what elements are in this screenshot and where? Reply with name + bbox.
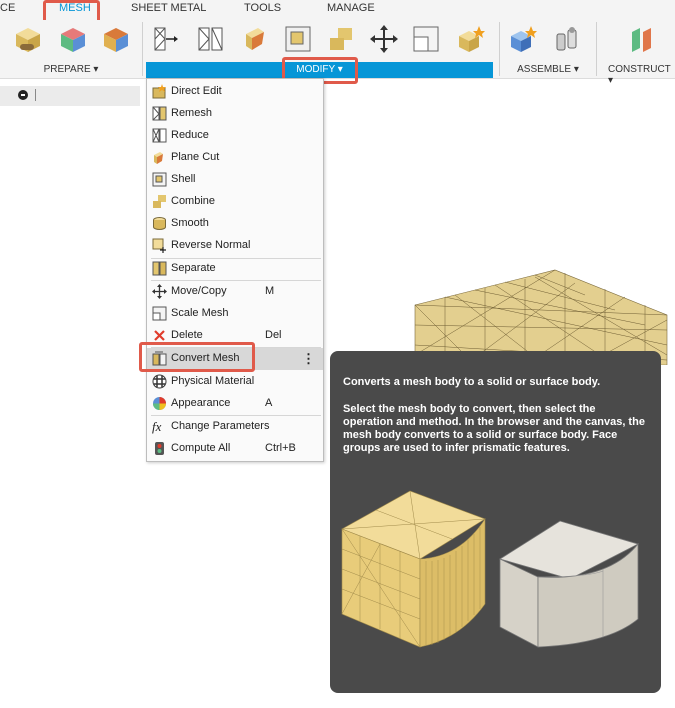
- more-options-icon[interactable]: ⋮: [302, 351, 315, 367]
- plane-cut-icon: [154, 152, 163, 164]
- combine-face-groups-icon[interactable]: [100, 24, 130, 54]
- ribbon-tab-row: CE MESH SHEET METAL TOOLS MANAGE: [0, 0, 675, 20]
- new-mesh-tool-icon[interactable]: [455, 24, 485, 54]
- browser-divider: [35, 89, 36, 101]
- menu-item-combine[interactable]: Combine: [147, 191, 323, 213]
- solid-body-illustration: [499, 520, 640, 648]
- shortcut-label: M: [265, 285, 275, 297]
- menu-item-direct-edit[interactable]: Direct Edit: [147, 81, 323, 103]
- prepare-group-label[interactable]: PREPARE ▾: [0, 62, 142, 78]
- shortcut-label: Del: [265, 329, 282, 341]
- menu-item-shell[interactable]: Shell: [147, 169, 323, 191]
- menu-item-reverse-normal[interactable]: Reverse Normal: [147, 235, 323, 257]
- prepare-mesh-tool-icon[interactable]: [12, 24, 42, 54]
- tab-manage[interactable]: MANAGE: [327, 2, 375, 14]
- menu-item-reduce[interactable]: Reduce: [147, 125, 323, 147]
- delete-icon: [154, 330, 165, 341]
- menu-item-appearance[interactable]: Appearance A: [147, 393, 323, 415]
- offset-plane-icon[interactable]: [627, 24, 657, 54]
- reduce-icon: [152, 128, 167, 143]
- convert-mesh-tooltip: Converts a mesh body to a solid or surfa…: [330, 351, 661, 693]
- assemble-group-label[interactable]: ASSEMBLE ▾: [500, 62, 596, 78]
- separate-icon: [152, 261, 167, 276]
- menu-item-remesh[interactable]: Remesh: [147, 103, 323, 125]
- move-tool-icon[interactable]: [369, 24, 399, 54]
- shortcut-label: A: [265, 397, 273, 409]
- move-icon: [152, 284, 167, 299]
- scale-icon: [152, 306, 167, 321]
- tab-sheet-metal[interactable]: SHEET METAL: [131, 2, 206, 14]
- combine-icon: [153, 195, 166, 208]
- generate-face-groups-icon[interactable]: [57, 24, 87, 54]
- svg-text:fx: fx: [152, 419, 162, 434]
- menu-item-change-parameters[interactable]: fx Change Parameters: [147, 416, 323, 438]
- plane-cut-tool-icon[interactable]: [240, 24, 270, 54]
- joint-icon[interactable]: [552, 24, 582, 54]
- appearance-icon: [153, 397, 166, 410]
- shell-tool-icon[interactable]: [283, 24, 313, 54]
- tooltip-description: Select the mesh body to convert, then se…: [343, 403, 645, 454]
- tab-tools[interactable]: TOOLS: [244, 2, 281, 14]
- menu-item-physical-material[interactable]: Physical Material: [147, 371, 323, 393]
- compute-all-icon: [155, 442, 164, 455]
- menu-item-compute-all[interactable]: Compute All Ctrl+B: [147, 438, 323, 460]
- construct-group-label[interactable]: CONSTRUCT ▾: [600, 62, 675, 86]
- smooth-icon: [153, 217, 166, 230]
- shortcut-label: Ctrl+B: [265, 442, 296, 454]
- convert-mesh-callout: [139, 342, 255, 372]
- remesh-icon: [152, 106, 167, 121]
- remesh-tool-icon[interactable]: [152, 24, 182, 54]
- menu-item-separate[interactable]: Separate: [147, 258, 323, 280]
- tab-ce[interactable]: CE: [0, 2, 15, 14]
- tooltip-title: Converts a mesh body to a solid or surfa…: [343, 376, 601, 388]
- fx-icon: fx: [152, 419, 162, 434]
- modify-dropdown-menu: Direct Edit Remesh Reduce Plane Cut Shel…: [146, 78, 324, 462]
- menu-item-smooth[interactable]: Smooth: [147, 213, 323, 235]
- new-component-icon[interactable]: [507, 24, 537, 54]
- mesh-body-canvas[interactable]: [405, 265, 675, 365]
- reverse-normal-icon: [152, 238, 166, 253]
- physical-material-icon: [152, 374, 167, 389]
- scale-tool-icon[interactable]: [411, 24, 441, 54]
- shell-icon: [152, 172, 167, 187]
- reduce-tool-icon[interactable]: [196, 24, 226, 54]
- menu-item-move-copy[interactable]: Move/Copy M: [147, 281, 323, 303]
- menu-item-scale-mesh[interactable]: Scale Mesh: [147, 303, 323, 325]
- mesh-body-illustration: [341, 490, 486, 648]
- direct-edit-icon: [152, 84, 166, 99]
- menu-item-plane-cut[interactable]: Plane Cut: [147, 147, 323, 169]
- browser-panel-header: [0, 86, 140, 106]
- combine-tool-icon[interactable]: [326, 24, 356, 54]
